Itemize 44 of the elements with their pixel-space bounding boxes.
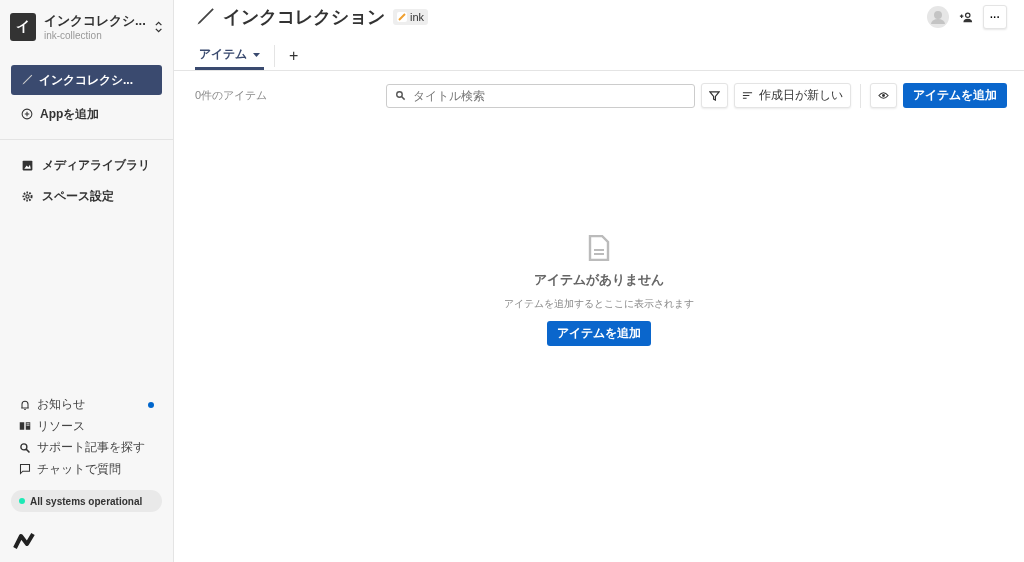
pen-icon: [195, 7, 215, 27]
nav-item[interactable]: メディアライブラリ: [11, 150, 162, 181]
slug-badge: ink: [393, 9, 429, 25]
document-icon: [588, 234, 610, 261]
eye-icon: [878, 90, 889, 101]
book-icon: [19, 420, 31, 433]
empty-title: アイテムがありません: [534, 270, 664, 289]
chevron-icon[interactable]: [153, 19, 163, 34]
bell-icon: [19, 398, 31, 411]
filter-button[interactable]: [701, 83, 728, 108]
empty-message: アイテムを追加するとここに表示されます: [504, 296, 694, 311]
caret-icon: [253, 52, 260, 57]
sort-button[interactable]: 作成日が新しい: [734, 83, 851, 108]
tab[interactable]: アイテム: [195, 42, 264, 70]
status-pill[interactable]: All systems operational: [11, 490, 162, 512]
add-app-button[interactable]: Appを追加: [11, 99, 162, 129]
footer-link[interactable]: サポート記事を探す: [11, 437, 162, 459]
add-person-icon[interactable]: [959, 10, 973, 24]
page-title: インクコレクション: [223, 6, 385, 29]
search-icon: [19, 441, 31, 454]
app-item[interactable]: インクコレクシ...: [11, 65, 162, 95]
footer-link[interactable]: お知らせ: [11, 394, 162, 416]
filter-icon: [709, 90, 720, 101]
nav-item[interactable]: スペース設定: [11, 181, 162, 212]
space-name: インクコレクシ...: [43, 12, 146, 30]
search-field[interactable]: タイトル検索: [386, 83, 695, 108]
sort-icon: [742, 90, 753, 101]
image-icon: [21, 159, 34, 172]
add-item-button[interactable]: アイテムを追加: [547, 320, 651, 346]
space-slug: ink-collection: [43, 30, 103, 41]
footer-link[interactable]: リソース: [11, 415, 162, 437]
item-count: 0件のアイテム: [195, 88, 269, 103]
view-button[interactable]: [870, 83, 897, 108]
space-logo[interactable]: イ: [10, 12, 36, 41]
footer-link[interactable]: チャットで質問: [11, 458, 162, 480]
chat-icon: [19, 463, 31, 476]
add-item-button[interactable]: アイテムを追加: [903, 83, 1007, 108]
more-button[interactable]: ···: [983, 5, 1007, 29]
pen-icon: [21, 74, 33, 86]
pencil-icon: [397, 12, 407, 22]
settings-icon: [21, 190, 34, 203]
add-tab-button[interactable]: +: [285, 47, 303, 65]
logo-icon: [13, 532, 37, 550]
plus-circle-icon: [21, 108, 33, 120]
